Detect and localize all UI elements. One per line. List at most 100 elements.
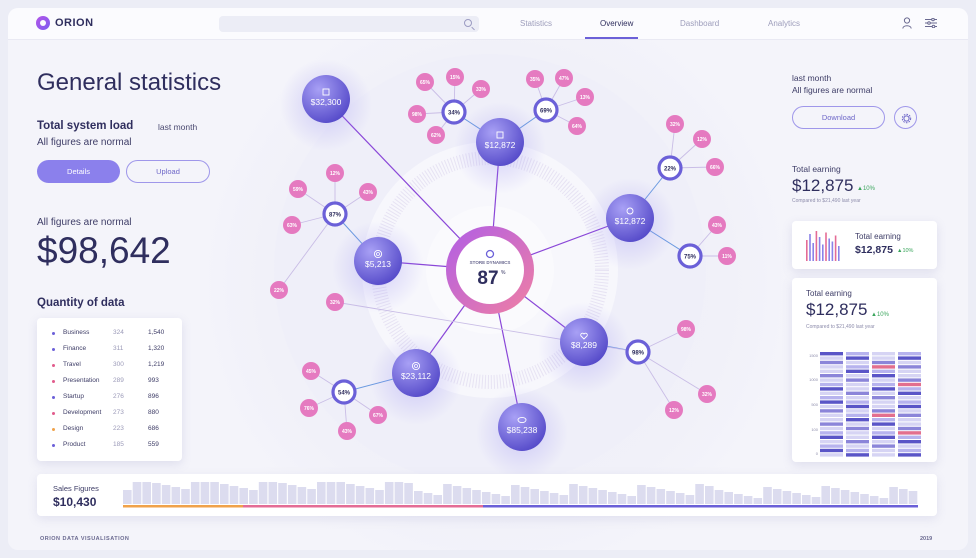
heat-cell <box>846 396 869 400</box>
footer-brand: ORION DATA VISUALISATION <box>40 536 130 542</box>
heat-cell <box>898 422 921 426</box>
ring-value: 69% <box>540 109 553 115</box>
sales-bar <box>821 486 830 504</box>
sales-bar <box>908 491 918 504</box>
sales-bar <box>220 484 229 504</box>
heat-cell <box>898 360 921 365</box>
heat-cell <box>898 418 921 422</box>
earning-card-small: Total earning $12,875 ▲10% <box>792 221 937 269</box>
sales-bar <box>414 491 423 504</box>
sales-bar <box>569 484 578 504</box>
earning-large-value: $12,875 <box>806 300 868 319</box>
heat-cell <box>898 369 921 373</box>
leaf-value: 67% <box>373 413 384 419</box>
leaf-value: 15% <box>450 75 461 81</box>
heatmap-chart <box>820 352 921 457</box>
heat-cell <box>872 426 895 431</box>
leaf-value: 33% <box>476 87 487 93</box>
right-period-label: last month <box>792 73 832 83</box>
sales-bar <box>705 486 714 504</box>
heat-cell <box>820 431 843 435</box>
sales-bar <box>123 490 132 504</box>
sales-bar <box>278 483 287 504</box>
leaf-value: 12% <box>330 171 341 177</box>
settings-round-button[interactable] <box>894 106 917 129</box>
heat-cell <box>820 409 843 413</box>
sales-bar <box>734 494 743 504</box>
sales-bar <box>346 484 355 504</box>
sales-bar <box>608 492 617 504</box>
right-status-text: All figures are normal <box>792 85 873 95</box>
heat-cell <box>898 440 921 444</box>
download-button[interactable]: Download <box>792 106 885 129</box>
sales-bar <box>462 488 472 504</box>
heat-cell <box>820 413 843 417</box>
sales-bar <box>549 493 559 504</box>
heat-cell <box>872 440 895 444</box>
sales-bar <box>152 483 161 504</box>
sales-bar <box>831 488 840 504</box>
sales-bar <box>899 489 908 504</box>
node-value: $23,112 <box>401 371 431 381</box>
heat-cell <box>872 369 895 373</box>
heat-cell <box>872 418 895 422</box>
sales-bar <box>802 495 811 504</box>
ring-value: 34% <box>448 111 461 117</box>
leaf-value: 32% <box>670 122 681 128</box>
heat-cell <box>872 356 895 360</box>
mini-bar-chart <box>806 231 840 261</box>
earning-change: ▲10% <box>857 186 875 192</box>
earning-label: Total earning <box>792 164 841 174</box>
heat-cell <box>872 422 895 426</box>
earning-card-change: ▲10% <box>897 248 914 254</box>
leaf-value: 12% <box>669 408 680 414</box>
sales-bar <box>355 486 365 504</box>
sales-progress-orange <box>123 505 243 508</box>
leaf-value: 43% <box>342 429 353 435</box>
heat-cell <box>846 378 869 382</box>
heat-cell <box>898 409 921 413</box>
sales-bar <box>375 490 384 504</box>
heat-cell <box>872 387 895 391</box>
sales-bar <box>161 485 171 504</box>
heat-cell <box>820 400 843 404</box>
sales-bar <box>511 485 520 504</box>
sales-bar <box>666 491 675 504</box>
sales-bar <box>452 486 462 504</box>
sales-bar <box>297 487 307 504</box>
earning-compare: Compared to $21,490 last year <box>792 198 861 204</box>
heat-cell <box>846 444 869 448</box>
leaf-value: 64% <box>572 124 583 130</box>
sales-bar <box>181 489 190 504</box>
sales-bar <box>433 495 442 504</box>
heat-cell <box>846 422 869 426</box>
mini-bar <box>815 231 818 261</box>
hub-value: 87 <box>477 268 498 289</box>
sales-bar <box>860 494 869 504</box>
heat-cell <box>820 444 843 448</box>
sales-bar <box>617 494 627 504</box>
sales-bar <box>210 482 219 504</box>
heat-cell <box>846 435 869 439</box>
tick-label: 0 <box>815 451 818 456</box>
leaf-value: 43% <box>712 223 723 229</box>
sales-bar <box>559 495 569 504</box>
heat-cell <box>898 435 921 439</box>
heat-cell <box>820 369 843 373</box>
leaf-value: 12% <box>697 137 708 143</box>
mini-bar <box>838 246 840 261</box>
sales-bar <box>540 491 549 504</box>
heat-cell <box>820 453 843 457</box>
sales-histogram <box>123 482 918 508</box>
heat-cell <box>898 426 921 431</box>
heat-cell <box>872 378 895 382</box>
dashboard-frame: ORION Statistics Overview Dashboard Anal… <box>8 8 968 550</box>
leaf-value: 32% <box>330 300 341 306</box>
sales-bar <box>685 495 695 504</box>
sales-bar <box>520 487 530 504</box>
heat-cell <box>898 404 921 409</box>
sales-bar <box>637 485 646 504</box>
sales-bar <box>879 498 889 504</box>
sales-bar <box>695 484 704 504</box>
heat-cell <box>898 453 921 457</box>
